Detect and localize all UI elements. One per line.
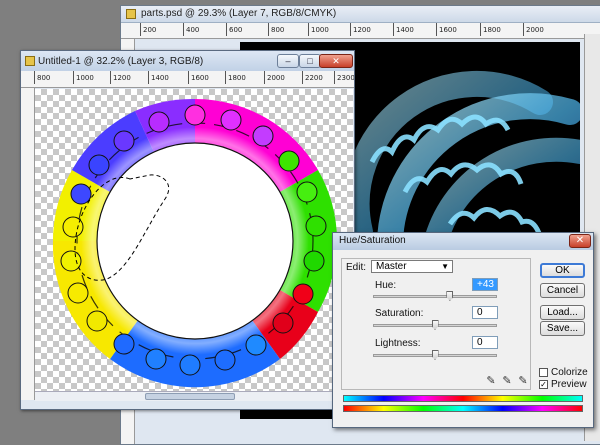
dialog-title: Hue/Saturation: [339, 235, 406, 246]
ruler-label: 1400: [393, 23, 414, 36]
ruler-label: 800: [267, 23, 285, 36]
ruler-label: 1400: [148, 71, 169, 84]
ruler-label: 1600: [436, 23, 457, 36]
saturation-label: Saturation:: [375, 308, 424, 319]
hue-slider-track[interactable]: [373, 295, 497, 298]
eyedropper-icon[interactable]: ✎: [485, 375, 497, 387]
front-canvas[interactable]: [35, 89, 353, 391]
front-window-titlebar[interactable]: Untitled-1 @ 32.2% (Layer 3, RGB/8) – □ …: [21, 51, 354, 71]
hue-saturation-dialog[interactable]: Hue/Saturation ✕ Edit: Master ▼ Hue: +43…: [332, 232, 594, 428]
edit-dropdown[interactable]: Master ▼: [371, 260, 453, 273]
front-document-window[interactable]: Untitled-1 @ 32.2% (Layer 3, RGB/8) – □ …: [20, 50, 355, 410]
front-horizontal-ruler: 800 1000 1200 1400 1600 1800 2000 2200 2…: [21, 71, 354, 88]
dialog-close-button[interactable]: ✕: [569, 234, 591, 248]
load-button[interactable]: Load...: [540, 305, 585, 320]
rainbow-gear-artwork: [52, 98, 338, 388]
ruler-label: 2000: [264, 71, 285, 84]
ruler-label: 1000: [308, 23, 329, 36]
save-button[interactable]: Save...: [540, 321, 585, 336]
front-vertical-ruler: [21, 88, 35, 400]
ruler-label: 1800: [480, 23, 501, 36]
saturation-input[interactable]: 0: [472, 306, 498, 319]
ruler-label: 200: [139, 23, 157, 36]
dialog-titlebar[interactable]: Hue/Saturation ✕: [333, 233, 593, 250]
edit-label: Edit:: [346, 262, 367, 273]
adjusted-hue-spectrum: [343, 395, 583, 402]
lightness-input[interactable]: 0: [472, 336, 498, 349]
minimize-button[interactable]: –: [277, 54, 299, 68]
horizontal-scrollbar[interactable]: [35, 391, 353, 401]
document-icon: [25, 56, 35, 66]
ruler-label: 2300: [334, 71, 354, 84]
close-button[interactable]: ✕: [319, 54, 353, 68]
lightness-label: Lightness:: [375, 338, 421, 349]
original-hue-spectrum: [343, 405, 583, 412]
colorize-label: Colorize: [551, 367, 588, 378]
ruler-label: 2000: [523, 23, 544, 36]
ruler-label: 800: [33, 71, 51, 84]
preview-checkbox[interactable]: ✓: [539, 380, 548, 389]
chevron-down-icon: ▼: [441, 262, 449, 271]
scrollbar-thumb[interactable]: [145, 393, 235, 400]
colorize-checkbox[interactable]: [539, 368, 548, 377]
maximize-button[interactable]: □: [299, 54, 321, 68]
ruler-label: 2200: [302, 71, 323, 84]
back-horizontal-ruler: 200 400 600 800 1000 1200 1400 1600 1800…: [121, 23, 600, 39]
ruler-label: 1200: [110, 71, 131, 84]
ruler-label: 1600: [188, 71, 209, 84]
ruler-label: 1800: [225, 71, 246, 84]
eyedropper-minus-icon[interactable]: ✎: [517, 375, 529, 387]
ruler-label: 400: [182, 23, 200, 36]
ruler-label: 600: [225, 23, 243, 36]
ruler-label: 1000: [73, 71, 94, 84]
preview-label: Preview: [551, 379, 587, 390]
cancel-button[interactable]: Cancel: [540, 283, 585, 298]
eyedropper-plus-icon[interactable]: ✎: [501, 375, 513, 387]
hue-input[interactable]: +43: [472, 278, 498, 291]
gear-center: [96, 142, 294, 340]
ok-button[interactable]: OK: [540, 263, 585, 278]
back-window-title: parts.psd @ 29.3% (Layer 7, RGB/8/CMYK): [141, 8, 337, 19]
document-icon: [126, 9, 136, 19]
back-window-titlebar[interactable]: parts.psd @ 29.3% (Layer 7, RGB/8/CMYK): [121, 6, 600, 23]
ruler-label: 1200: [350, 23, 371, 36]
front-window-title: Untitled-1 @ 32.2% (Layer 3, RGB/8): [38, 56, 204, 67]
hue-label: Hue:: [375, 280, 397, 291]
edit-dropdown-value: Master: [376, 261, 407, 272]
